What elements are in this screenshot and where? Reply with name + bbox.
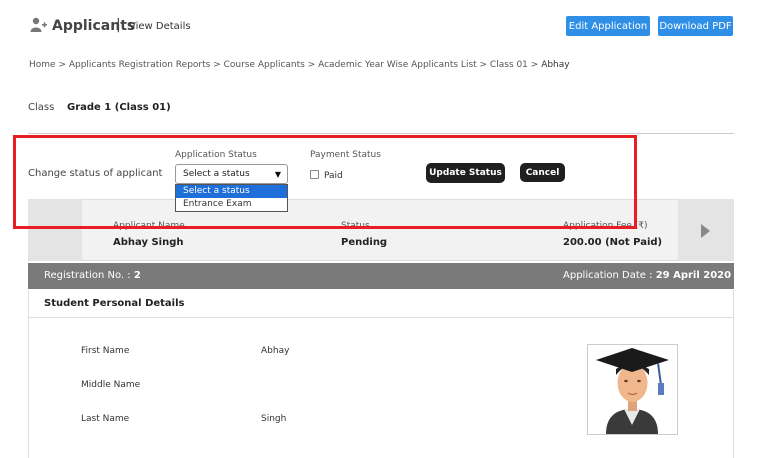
first-name-label: First Name bbox=[81, 346, 130, 356]
status-value: Pending bbox=[341, 237, 388, 248]
page-title: Applicants bbox=[52, 18, 136, 34]
registration-value: 2 bbox=[133, 270, 141, 281]
application-date-value: 29 April 2020 bbox=[655, 270, 732, 281]
view-details-subtitle: View Details bbox=[129, 21, 191, 32]
last-name-value: Singh bbox=[261, 414, 287, 424]
graduate-avatar-icon bbox=[596, 348, 669, 434]
application-date: Application Date : 29 April 2020 bbox=[563, 270, 731, 281]
registration-number: Registration No. : 2 bbox=[44, 270, 141, 281]
breadcrumb[interactable]: Home > Applicants Registration Reports >… bbox=[29, 60, 570, 70]
applicant-name-value: Abhay Singh bbox=[113, 237, 184, 248]
class-value: Grade 1 (Class 01) bbox=[67, 102, 171, 113]
title-separator: | bbox=[116, 17, 121, 33]
play-arrow-icon[interactable] bbox=[701, 224, 710, 238]
student-photo bbox=[587, 344, 678, 435]
download-pdf-button[interactable]: Download PDF bbox=[658, 16, 733, 36]
class-label: Class bbox=[28, 102, 55, 113]
middle-name-label: Middle Name bbox=[81, 380, 141, 390]
fee-value: 200.00 (Not Paid) bbox=[563, 237, 663, 248]
first-name-value: Abhay bbox=[261, 346, 290, 356]
registration-label: Registration No. : bbox=[44, 270, 134, 281]
breadcrumb-path[interactable]: Home > Applicants Registration Reports >… bbox=[29, 60, 541, 70]
personal-details-title: Student Personal Details bbox=[44, 298, 185, 309]
highlight-box bbox=[13, 135, 637, 229]
last-name-label: Last Name bbox=[81, 414, 130, 424]
edit-application-button[interactable]: Edit Application bbox=[566, 16, 650, 36]
application-date-label: Application Date : bbox=[563, 270, 656, 281]
breadcrumb-current: Abhay bbox=[541, 60, 570, 70]
divider bbox=[28, 133, 734, 134]
user-add-icon bbox=[30, 17, 47, 32]
